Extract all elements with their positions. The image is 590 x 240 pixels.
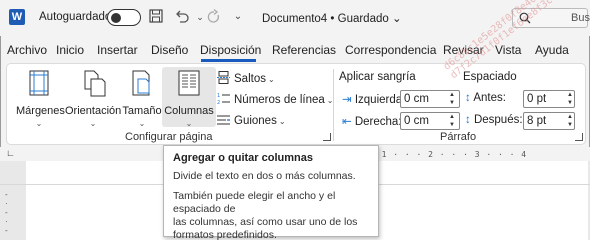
columns-button[interactable]: Columnas ⌄: [162, 69, 216, 128]
autosave-label: Autoguardado: [39, 11, 112, 23]
margins-icon: [29, 70, 49, 96]
active-tab-indicator: [201, 59, 256, 62]
ruler-marks: · 1 · · · 2 · · · 3 · · · 4: [370, 150, 528, 159]
group-divider: [333, 69, 334, 141]
size-icon: [132, 70, 150, 96]
tab-referencias[interactable]: Referencias: [272, 43, 336, 57]
tab-ayuda[interactable]: Ayuda: [535, 43, 569, 57]
tooltip-line: las columnas, así como usar uno de los: [173, 216, 358, 228]
indent-left-icon: ⇥: [342, 94, 352, 106]
spacing-after-spinner[interactable]: ▲ ▼: [566, 113, 574, 131]
tab-correspondencia[interactable]: Correspondencia: [345, 43, 436, 57]
breaks-icon: [217, 71, 230, 84]
indent-right-label: ⇤ Derecha:: [342, 116, 402, 128]
page-setup-group-label: Configurar página: [125, 131, 213, 143]
hyphenation-icon: [217, 115, 230, 125]
tooltip-line: formatos predefinidos.: [173, 229, 277, 240]
columns-icon: [178, 70, 200, 96]
ribbon-tabs: Archivo Inicio Insertar Diseño Disposici…: [0, 36, 590, 61]
breaks-label: Saltos: [234, 73, 266, 85]
margins-label: Márgenes: [16, 105, 65, 117]
indent-left-spinner[interactable]: ▲ ▼: [448, 91, 456, 109]
spacing-before-spinner[interactable]: ▲ ▼: [566, 91, 574, 109]
undo-icon[interactable]: [174, 9, 190, 25]
spacing-before-icon: ↕: [465, 92, 471, 104]
hyphenation-button[interactable]: Guiones ⌄: [217, 113, 286, 127]
word-logo-icon: W: [9, 9, 25, 25]
paragraph-group-label: Párrafo: [440, 131, 477, 143]
document-title[interactable]: Documento4 • Guardado ⌄: [262, 11, 402, 25]
size-button[interactable]: Tamaño ⌄: [122, 69, 162, 128]
svg-text:1: 1: [217, 93, 220, 99]
tab-vista[interactable]: Vista: [495, 43, 521, 57]
search-placeholder: Buscar: [571, 12, 590, 24]
spacing-heading: Espaciado: [463, 71, 517, 83]
breaks-button[interactable]: Saltos ⌄: [217, 71, 275, 85]
tooltip-line: Divide el texto en dos o más columnas.: [173, 170, 356, 182]
size-label: Tamaño: [122, 105, 162, 117]
paragraph-launcher-icon[interactable]: [575, 133, 583, 141]
svg-text:2: 2: [217, 100, 220, 105]
spacing-before-label: ↕ Antes:: [465, 92, 506, 104]
columns-tooltip: Agregar o quitar columnas Divide el text…: [163, 145, 379, 240]
ribbon-panel: Márgenes ⌄ Orientación ⌄ Tamaño ⌄ Column…: [6, 63, 586, 145]
chevron-down-icon: ⌄: [89, 119, 97, 128]
tab-diseno[interactable]: Diseño: [151, 43, 188, 57]
tab-revisar[interactable]: Revisar: [443, 43, 484, 57]
autosave-toggle[interactable]: [107, 9, 141, 26]
columns-label: Columnas: [164, 105, 214, 117]
orientation-label: Orientación: [65, 105, 122, 117]
indent-right-icon: ⇤: [342, 116, 352, 128]
indent-left-label: ⇥ Izquierda:: [342, 94, 406, 106]
tooltip-title: Agregar o quitar columnas: [173, 152, 313, 164]
indent-right-spinner[interactable]: ▲ ▼: [448, 113, 456, 131]
orientation-icon: [84, 70, 106, 97]
spacing-after-label: ↕ Después:: [465, 114, 523, 126]
spacing-after-icon: ↕: [465, 114, 471, 126]
line-numbers-button[interactable]: 1 2 Números de línea ⌄: [217, 92, 333, 106]
line-numbers-label: Números de línea: [234, 94, 325, 106]
line-numbers-icon: 12: [217, 93, 230, 105]
save-icon[interactable]: [148, 9, 164, 25]
customize-toolbar-icon[interactable]: ⌄: [230, 9, 246, 25]
title-bar: W Autoguardado ⌄ ⌄ Documento4 • Guardado…: [0, 0, 590, 36]
chevron-down-icon: ⌄: [35, 119, 43, 128]
chevron-down-icon: ⌄: [185, 119, 193, 128]
tab-inicio[interactable]: Inicio: [56, 43, 84, 57]
tooltip-line: También puede elegir el ancho y el espac…: [173, 190, 336, 215]
toggle-knob: [111, 12, 121, 23]
page-setup-launcher-icon[interactable]: [323, 133, 331, 141]
tab-selector-icon[interactable]: ∟: [6, 148, 15, 158]
tab-disposicion[interactable]: Disposición: [200, 43, 261, 57]
indent-heading: Aplicar sangría: [339, 71, 416, 83]
orientation-button[interactable]: Orientación ⌄: [65, 69, 121, 128]
margins-button[interactable]: Márgenes ⌄: [16, 69, 65, 128]
hyphenation-label: Guiones: [234, 115, 277, 127]
search-icon: [519, 12, 531, 24]
search-box[interactable]: Buscar: [512, 8, 590, 28]
tab-insertar[interactable]: Insertar: [97, 43, 138, 57]
chevron-down-icon: ⌄: [138, 119, 146, 128]
vertical-ruler: - · - · -: [5, 190, 8, 235]
tab-archivo[interactable]: Archivo: [7, 43, 47, 57]
redo-icon[interactable]: [206, 9, 222, 25]
